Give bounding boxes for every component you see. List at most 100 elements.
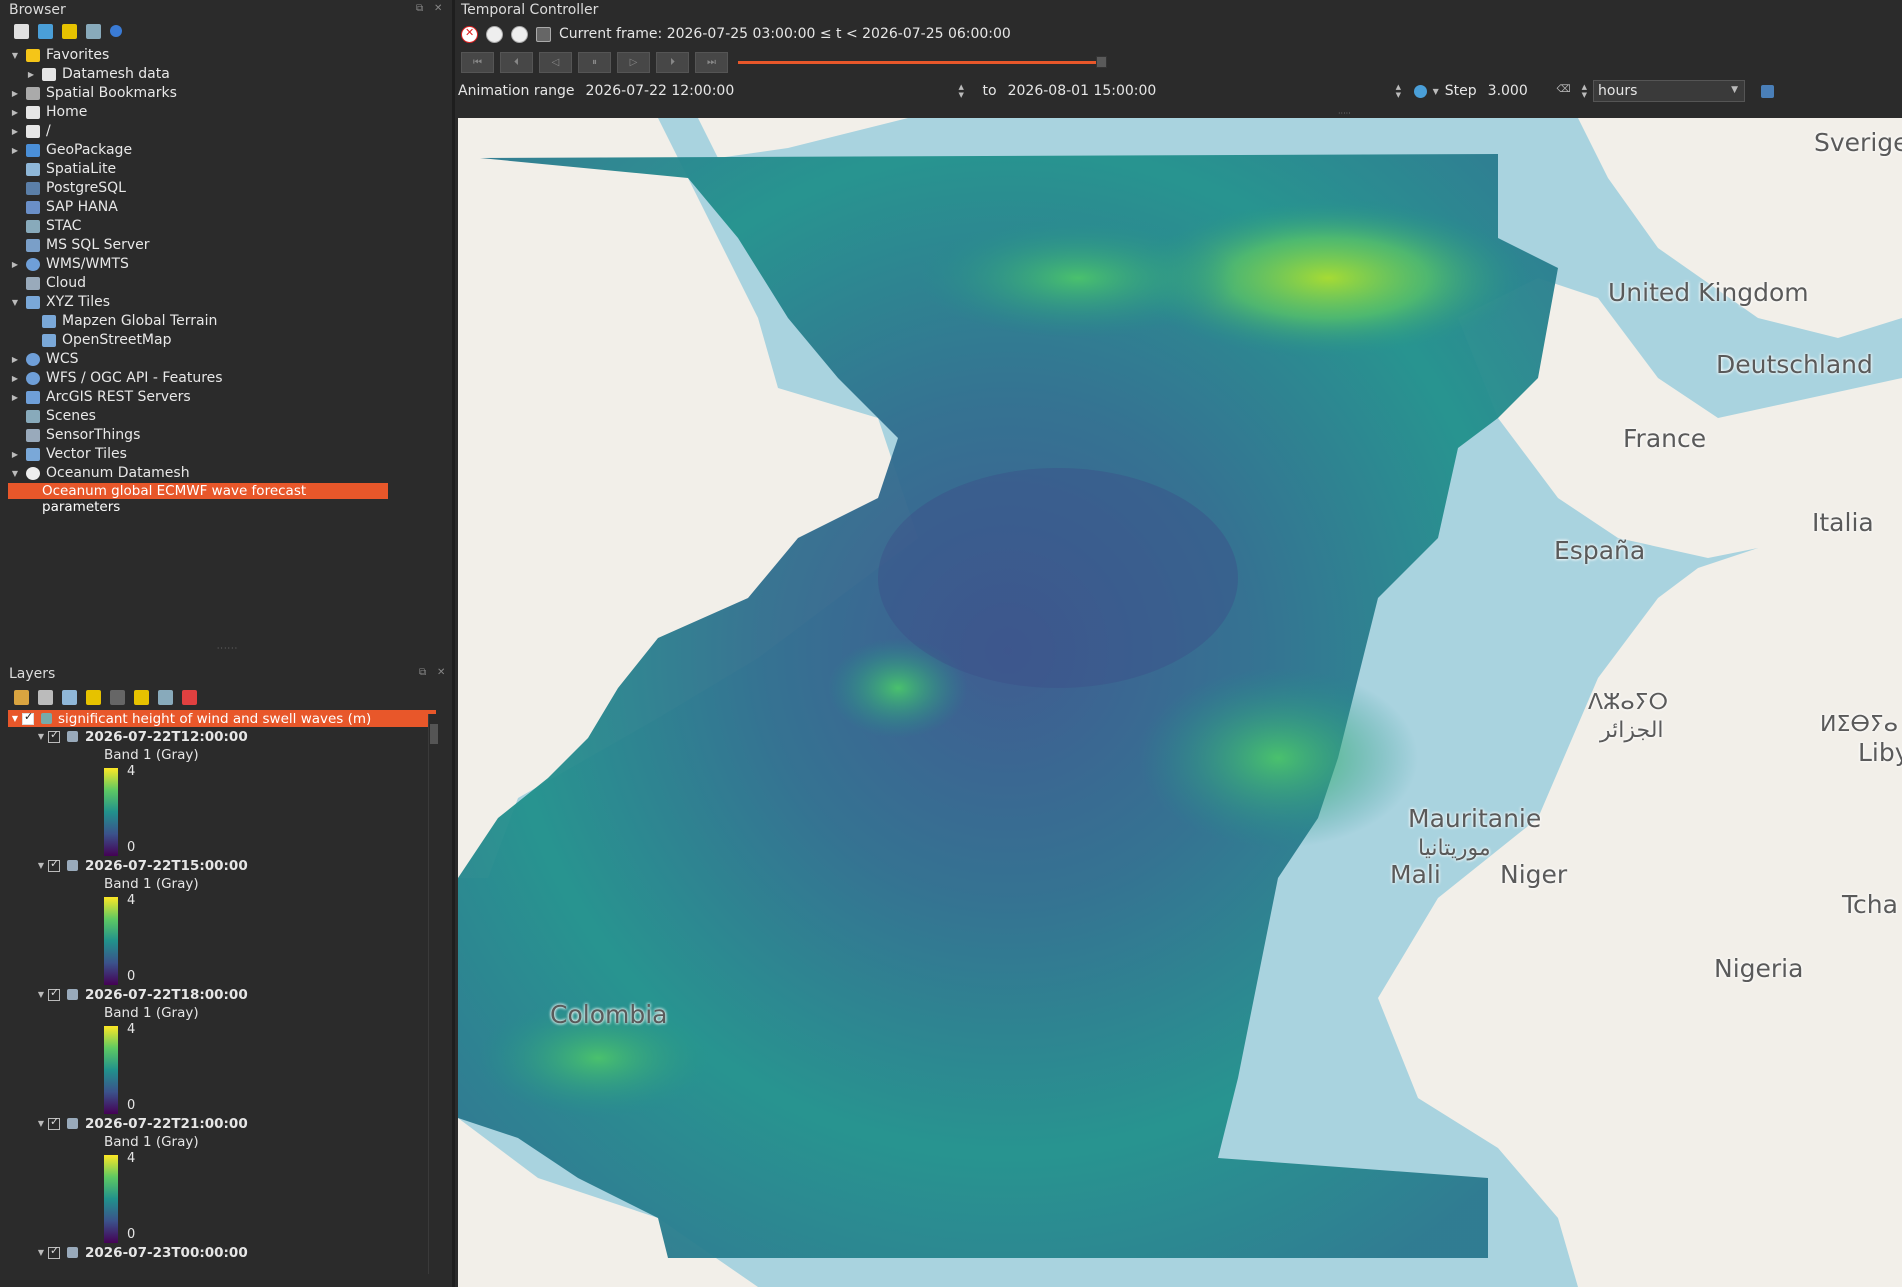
browser-selected-item[interactable]: Oceanum global ECMWF wave forecast param… (8, 483, 388, 515)
style-icon[interactable] (14, 689, 29, 705)
settings-icon[interactable] (1761, 84, 1775, 98)
layer-group-row[interactable]: ▼ significant height of wind and swell w… (8, 710, 436, 727)
range-start-field[interactable]: 2026-07-22 12:00:00 ▲ ▼ (580, 80, 971, 102)
rewind-to-start-button[interactable]: ⏮ (461, 51, 494, 73)
remove-layer-icon[interactable] (182, 689, 197, 705)
refresh-icon[interactable] (38, 23, 53, 39)
browser-item[interactable]: ▶ / (0, 122, 452, 141)
collapse-arrow-icon[interactable]: ▼ (34, 732, 48, 741)
sublayer-row[interactable]: ▼ 2026-07-22T15:00:00 (34, 856, 455, 875)
timeline-slider-handle[interactable] (1096, 56, 1107, 68)
set-range-dropdown-icon[interactable]: ▼ (1433, 87, 1439, 96)
browser-item[interactable]: STAC (0, 217, 452, 236)
sublayer-visibility-checkbox[interactable] (48, 986, 60, 1001)
browser-item[interactable]: ▶ WMS/WMTS (0, 255, 452, 274)
map-splitter[interactable]: ····· (1338, 109, 1351, 118)
map-place-label: Italia (1812, 508, 1874, 537)
browser-item[interactable]: SpatiaLite (0, 160, 452, 179)
previous-frame-button[interactable]: ⏴ (500, 51, 533, 73)
filter-icon[interactable] (86, 689, 101, 705)
browser-item[interactable]: ▼ XYZ Tiles (0, 293, 452, 312)
browser-item[interactable]: ▶ Vector Tiles (0, 445, 452, 464)
browser-item[interactable]: SAP HANA (0, 198, 452, 217)
layers-scrollbar[interactable] (428, 714, 438, 1274)
collapsed-arrow-icon[interactable]: ▶ (8, 369, 22, 388)
collapsed-arrow-icon[interactable]: ▶ (8, 141, 22, 160)
sublayer-row[interactable]: ▼ 2026-07-22T18:00:00 (34, 985, 455, 1004)
browser-item-label: / (46, 123, 51, 139)
close-panel-icon[interactable]: ✕ (437, 668, 447, 678)
sublayer-row[interactable]: ▼ 2026-07-22T12:00:00 (34, 727, 455, 746)
add-layer-icon[interactable] (14, 23, 29, 39)
pause-button[interactable]: ⏸ (578, 51, 611, 73)
dock-splitter[interactable]: ······ (0, 644, 455, 653)
browser-item[interactable]: ▶ GeoPackage (0, 141, 452, 160)
browser-item[interactable]: ▶ Datamesh data (0, 65, 452, 84)
sublayer-visibility-checkbox[interactable] (48, 1115, 60, 1130)
expand-all-icon[interactable] (134, 689, 149, 705)
browser-item[interactable]: ▶ WFS / OGC API - Features (0, 369, 452, 388)
expanded-arrow-icon[interactable]: ▼ (8, 293, 22, 312)
filter-icon[interactable] (62, 23, 77, 39)
collapsed-arrow-icon[interactable]: ▶ (24, 65, 38, 84)
browser-item[interactable]: PostgreSQL (0, 179, 452, 198)
collapse-arrow-icon[interactable]: ▼ (8, 714, 22, 723)
sublayer-visibility-checkbox[interactable] (48, 1244, 60, 1259)
collapse-all-icon[interactable] (158, 689, 173, 705)
browser-item[interactable]: MS SQL Server (0, 236, 452, 255)
sublayer-row[interactable]: ▼ 2026-07-22T21:00:00 (34, 1114, 455, 1133)
collapsed-arrow-icon[interactable]: ▶ (8, 84, 22, 103)
browser-item[interactable]: OpenStreetMap (0, 331, 452, 350)
collapsed-arrow-icon[interactable]: ▶ (8, 388, 22, 407)
collapse-all-icon[interactable] (86, 23, 101, 39)
disable-temporal-icon[interactable] (461, 25, 478, 43)
collapse-arrow-icon[interactable]: ▼ (34, 990, 48, 999)
browser-item[interactable]: ▼ Favorites (0, 46, 452, 65)
browser-item-label: Mapzen Global Terrain (62, 313, 218, 329)
visibility-icon[interactable] (62, 689, 77, 705)
browser-item[interactable]: Scenes (0, 407, 452, 426)
browser-item[interactable]: ▶ Home (0, 103, 452, 122)
close-panel-icon[interactable]: ✕ (434, 4, 444, 14)
browser-item[interactable]: ▶ WCS (0, 350, 452, 369)
expanded-arrow-icon[interactable]: ▼ (8, 464, 22, 483)
browser-item[interactable]: ▶ Spatial Bookmarks (0, 84, 452, 103)
step-unit-select[interactable]: hours ▼ (1593, 80, 1746, 102)
fixed-range-icon[interactable] (486, 25, 503, 43)
range-end-field[interactable]: 2026-08-01 15:00:00 ▲ ▼ (1002, 80, 1408, 102)
step-spinner[interactable]: ▲ ▼ (1582, 83, 1587, 99)
sublayer-visibility-checkbox[interactable] (48, 857, 60, 872)
layer-visibility-checkbox[interactable] (22, 710, 34, 725)
collapsed-arrow-icon[interactable]: ▶ (8, 122, 22, 141)
animated-icon[interactable] (511, 25, 528, 43)
info-icon[interactable] (110, 25, 122, 37)
movie-icon[interactable] (536, 26, 551, 42)
browser-item[interactable]: SensorThings (0, 426, 452, 445)
collapsed-arrow-icon[interactable]: ▶ (8, 350, 22, 369)
sublayer-visibility-checkbox[interactable] (48, 728, 60, 743)
map-canvas[interactable]: Sverige United Kingdom Deutschland France It… (458, 118, 1902, 1287)
float-panel-icon[interactable]: ⧉ (419, 668, 429, 678)
collapsed-arrow-icon[interactable]: ▶ (8, 445, 22, 464)
expanded-arrow-icon[interactable]: ▼ (8, 46, 22, 65)
collapsed-arrow-icon[interactable]: ▶ (8, 103, 22, 122)
browser-item[interactable]: ▼ Oceanum Datamesh (0, 464, 452, 483)
next-frame-button[interactable]: ⏵ (656, 51, 689, 73)
fast-forward-button[interactable]: ⏭ (695, 51, 728, 73)
browser-item[interactable]: Cloud (0, 274, 452, 293)
play-button[interactable]: ▷ (617, 51, 650, 73)
set-range-icon[interactable] (1413, 84, 1427, 98)
collapse-arrow-icon[interactable]: ▼ (34, 861, 48, 870)
browser-item[interactable]: ▶ ArcGIS REST Servers (0, 388, 452, 407)
collapse-arrow-icon[interactable]: ▼ (34, 1119, 48, 1128)
float-panel-icon[interactable]: ⧉ (416, 4, 426, 14)
timeline-slider[interactable] (738, 52, 1107, 72)
collapsed-arrow-icon[interactable]: ▶ (8, 255, 22, 274)
filter-by-expression-icon[interactable] (110, 689, 125, 705)
add-group-icon[interactable] (38, 689, 53, 705)
collapse-arrow-icon[interactable]: ▼ (34, 1248, 48, 1257)
step-value-field[interactable]: 3.000 ⌫ (1482, 80, 1576, 102)
play-backward-button[interactable]: ◁ (539, 51, 572, 73)
browser-item[interactable]: Mapzen Global Terrain (0, 312, 452, 331)
sublayer-row[interactable]: ▼ 2026-07-23T00:00:00 (34, 1243, 455, 1262)
